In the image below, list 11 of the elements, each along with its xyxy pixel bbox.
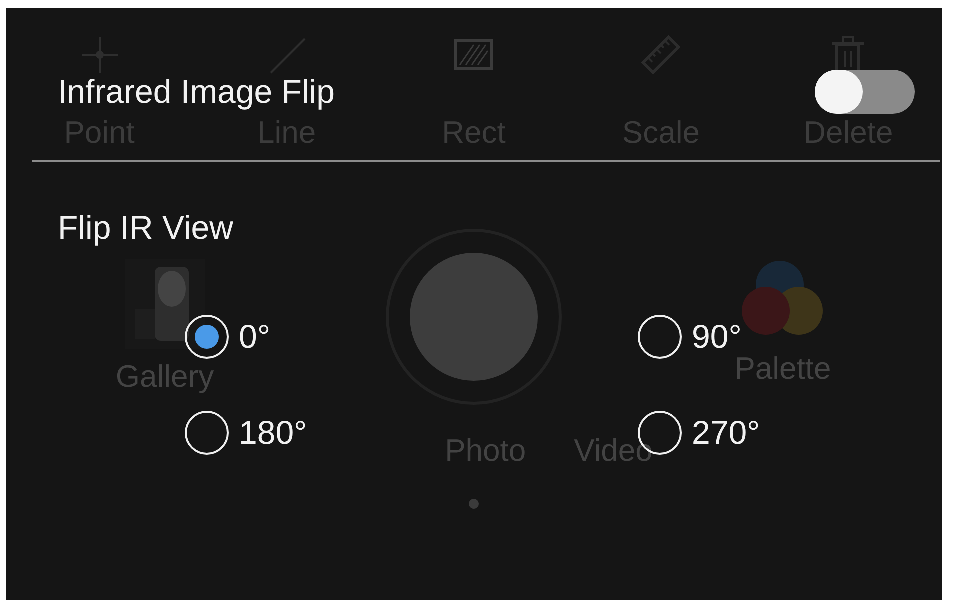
radio-option[interactable]: 0° (185, 315, 271, 359)
toggle-switch[interactable] (815, 70, 915, 114)
radio-icon[interactable] (638, 315, 682, 359)
page-indicator (469, 499, 479, 509)
radio-option[interactable]: 270° (638, 411, 760, 455)
setting-title: Infrared Image Flip (58, 73, 335, 111)
radio-icon[interactable] (185, 315, 229, 359)
radio-icon[interactable] (185, 411, 229, 455)
radio-option[interactable]: 90° (638, 315, 742, 359)
section-heading: Flip IR View (58, 209, 234, 247)
radio-option[interactable]: 180° (185, 411, 308, 455)
